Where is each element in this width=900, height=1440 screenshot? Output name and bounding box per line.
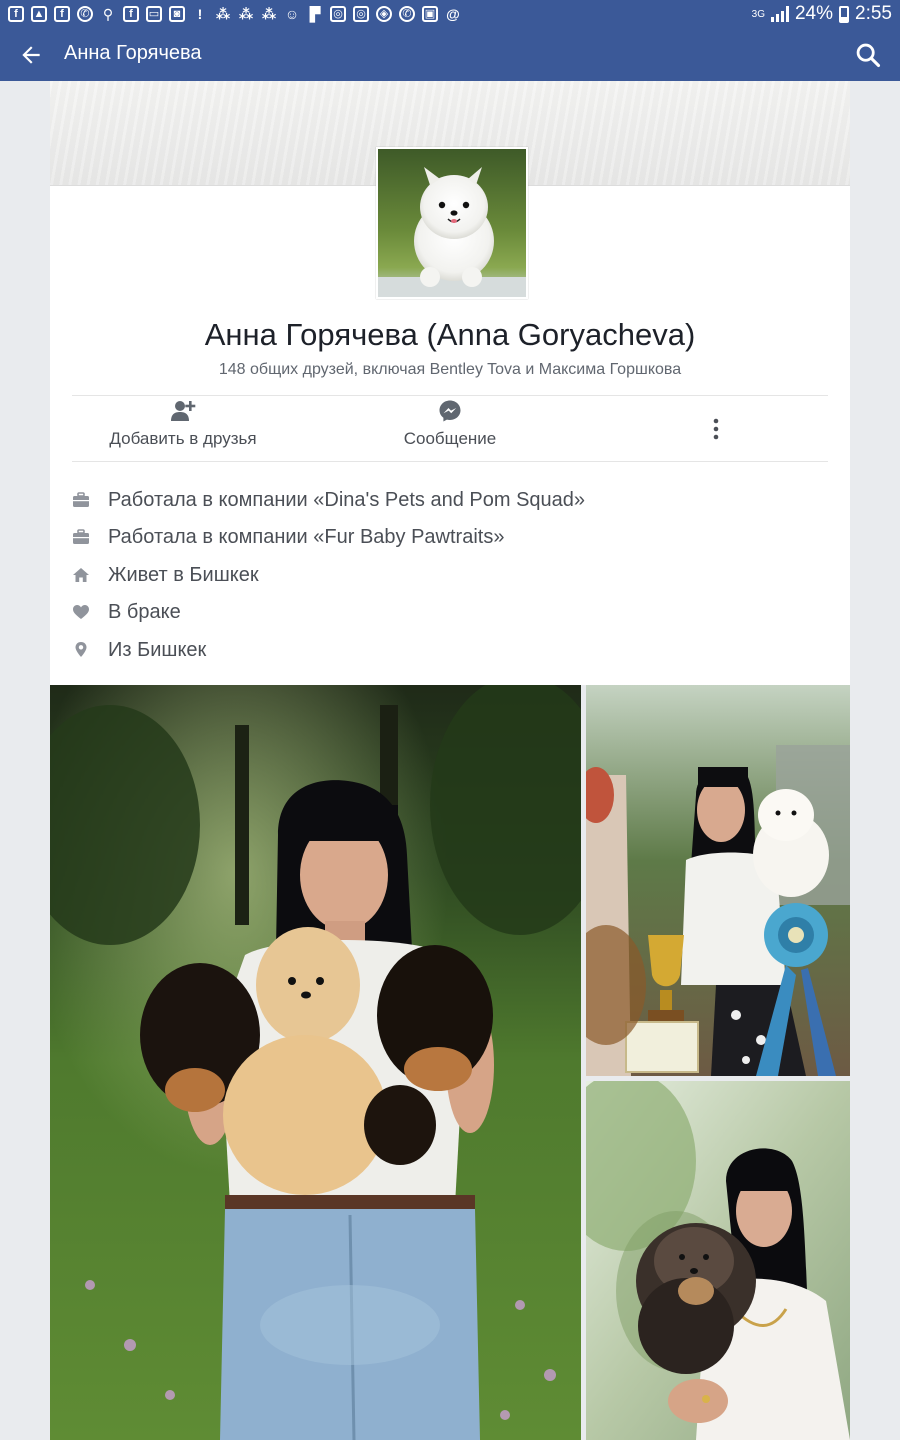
dog-show-award-photo — [586, 685, 850, 1076]
back-arrow-icon[interactable] — [18, 42, 44, 68]
shield-icon: ◈ — [376, 6, 392, 22]
group-icon: ⁂ — [261, 6, 277, 22]
mutual-friends[interactable]: 148 общих друзей, включая Bentley Tova и… — [50, 361, 850, 379]
more-options-icon[interactable] — [710, 417, 722, 441]
info-text: Работала в компании «Fur Baby Pawtraits» — [108, 525, 505, 548]
heart-icon — [72, 603, 90, 621]
whatsapp-icon: ✆ — [77, 6, 93, 22]
signal-icon — [770, 6, 789, 22]
info-row-hometown[interactable]: Из Бишкек — [72, 635, 206, 665]
search-icon: ⚲ — [102, 6, 114, 22]
pomeranian-photo — [378, 149, 526, 297]
add-friend-icon — [171, 401, 196, 421]
message-label: Сообщение — [403, 429, 497, 448]
messenger-icon — [439, 400, 461, 422]
featured-photo-main[interactable] — [50, 685, 581, 1440]
app-bar: Анна Горячева — [0, 28, 900, 81]
profile-name: Анна Горячева (Anna Goryacheva) — [204, 317, 696, 352]
location-pin-icon — [72, 641, 90, 659]
briefcase-icon — [72, 491, 90, 509]
profile-card: Анна Горячева (Anna Goryacheva) 148 общи… — [50, 81, 850, 685]
info-text: Живет в Бишкек — [108, 563, 259, 586]
ok-icon: ☺ — [284, 6, 300, 22]
search-icon[interactable] — [854, 41, 882, 69]
info-row-work-2[interactable]: Работала в компании «Fur Baby Pawtraits» — [72, 522, 504, 552]
group-icon: ⁂ — [215, 6, 231, 22]
add-friend-label: Добавить в друзья — [109, 429, 257, 448]
group-icon: ⁂ — [238, 6, 254, 22]
info-row-work-1[interactable]: Работала в компании «Dina's Pets and Pom… — [72, 485, 585, 515]
divider — [72, 461, 828, 462]
featured-photo-bottom-right[interactable] — [586, 1081, 850, 1440]
gallery-icon: ▣ — [422, 6, 438, 22]
network-type: 3G — [751, 8, 765, 20]
gallery-icon: ▭ — [146, 6, 162, 22]
alert-icon: ! — [197, 6, 203, 22]
divider — [72, 395, 828, 396]
woman-holding-pomeranian-photo — [586, 1081, 850, 1440]
add-friend-button[interactable]: Добавить в друзья — [83, 399, 283, 449]
notification-icons: f ▲ f ✆ ⚲ f ▭ ◙ ! ⁂ ⁂ ⁂ ☺ ▛ ◎ ◎ ◈ ✆ ▣ @ — [8, 6, 461, 22]
facebook-icon: f — [54, 6, 70, 22]
woman-with-puppies-photo — [50, 685, 581, 1440]
info-row-lives-in[interactable]: Живет в Бишкек — [72, 560, 259, 590]
info-text: В браке — [108, 600, 181, 623]
viber-icon: ✆ — [399, 6, 415, 22]
info-text: Работала в компании «Dina's Pets and Pom… — [108, 488, 586, 511]
profile-picture[interactable] — [376, 147, 528, 299]
briefcase-icon — [72, 528, 90, 546]
facebook-icon: f — [123, 6, 139, 22]
battery-icon — [839, 5, 850, 23]
page-title: Анна Горячева — [64, 42, 202, 64]
android-icon: ▲ — [31, 6, 47, 22]
status-indicators: 3G 24% 2:55 — [752, 3, 892, 25]
home-icon — [72, 566, 90, 584]
flipboard-icon: ▛ — [309, 6, 321, 22]
battery-percent: 24% — [794, 3, 834, 24]
message-button[interactable]: Сообщение — [350, 399, 550, 449]
email-icon: @ — [446, 6, 460, 22]
clock: 2:55 — [855, 3, 892, 24]
facebook-icon: f — [8, 6, 24, 22]
instagram-icon: ◎ — [353, 6, 369, 22]
status-bar: f ▲ f ✆ ⚲ f ▭ ◙ ! ⁂ ⁂ ⁂ ☺ ▛ ◎ ◎ ◈ ✆ ▣ @ … — [0, 0, 900, 28]
instagram-icon: ◎ — [330, 6, 346, 22]
info-row-relationship[interactable]: В браке — [72, 597, 181, 627]
featured-photo-top-right[interactable] — [586, 685, 850, 1076]
instagram-icon: ◙ — [169, 6, 185, 22]
info-text: Из Бишкек — [108, 638, 207, 661]
